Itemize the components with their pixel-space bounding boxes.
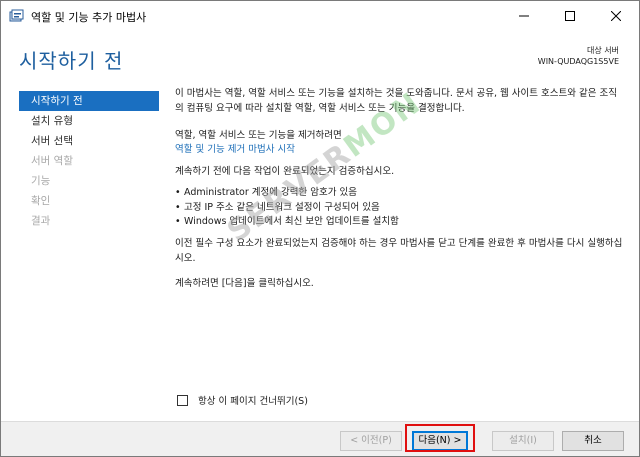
page-title: 시작하기 전	[19, 49, 124, 73]
next-button-highlight	[405, 424, 475, 452]
close-icon	[611, 11, 621, 21]
nav-item-server-selection[interactable]: 서버 선택	[19, 131, 159, 151]
previous-button: < 이전(P)	[340, 431, 402, 451]
nav-item-confirmation: 확인	[31, 195, 51, 207]
wizard-steps-nav: 시작하기 전 설치 유형 서버 선택 서버 역할 기능 확인 결과	[19, 91, 159, 231]
remove-wizard-link[interactable]: 역할 및 기능 제거 마법사 시작	[175, 143, 295, 158]
nav-item-results: 결과	[31, 215, 51, 227]
verify-text: 계속하기 전에 다음 작업이 완료되었는지 검증하십시오.	[175, 166, 395, 177]
checklist: Administrator 계정에 강력한 암호가 있음 고정 IP 주소 같은…	[175, 186, 399, 230]
list-item: Windows 업데이트에서 최신 보안 업데이트를 설치함	[175, 215, 399, 230]
close-button[interactable]	[593, 1, 639, 31]
intro-text: 이 마법사는 역할, 역할 서비스 또는 기능을 설치하는 것을 도와줍니다. …	[175, 88, 617, 114]
server-manager-icon	[9, 8, 25, 24]
wizard-header: 시작하기 전 대상 서버 WIN-QUDAQG1S5VE	[1, 31, 639, 83]
remove-text: 역할, 역할 서비스 또는 기능을 제거하려면	[175, 130, 342, 141]
nav-item-before-you-begin[interactable]: 시작하기 전	[19, 91, 159, 111]
prerequisite-text: 이전 필수 구성 요소가 완료되었는지 검증해야 하는 경우 마법사를 닫고 단…	[175, 238, 623, 264]
nav-item-installation-type[interactable]: 설치 유형	[19, 111, 159, 131]
nav-item-features: 기능	[31, 175, 51, 187]
nav-item-server-roles: 서버 역할	[31, 155, 73, 167]
destination-server-label: 대상 서버	[587, 46, 619, 55]
wizard-footer: < 이전(P) 다음(N) > 설치(I) 취소	[1, 421, 639, 456]
wizard-window: 역할 및 기능 추가 마법사 시작하기 전 대상 서버 WIN-QUDAQG1S…	[0, 0, 640, 457]
list-item: Administrator 계정에 강력한 암호가 있음	[175, 186, 399, 201]
window-title: 역할 및 기능 추가 마법사	[31, 11, 147, 24]
minimize-button[interactable]	[501, 1, 547, 31]
skip-page-option[interactable]: 항상 이 페이지 건너뛰기(S)	[177, 393, 308, 407]
list-item: 고정 IP 주소 같은 네트워크 설정이 구성되어 있음	[175, 201, 399, 216]
maximize-button[interactable]	[547, 1, 593, 31]
skip-page-checkbox[interactable]	[177, 394, 188, 406]
destination-server-value: WIN-QUDAQG1S5VE	[537, 57, 619, 66]
continue-text: 계속하려면 [다음]을 클릭하십시오.	[175, 278, 314, 289]
cancel-button[interactable]: 취소	[562, 431, 624, 451]
title-bar: 역할 및 기능 추가 마법사	[1, 1, 639, 31]
skip-page-label: 항상 이 페이지 건너뛰기(S)	[198, 396, 308, 407]
install-button: 설치(I)	[492, 431, 554, 451]
